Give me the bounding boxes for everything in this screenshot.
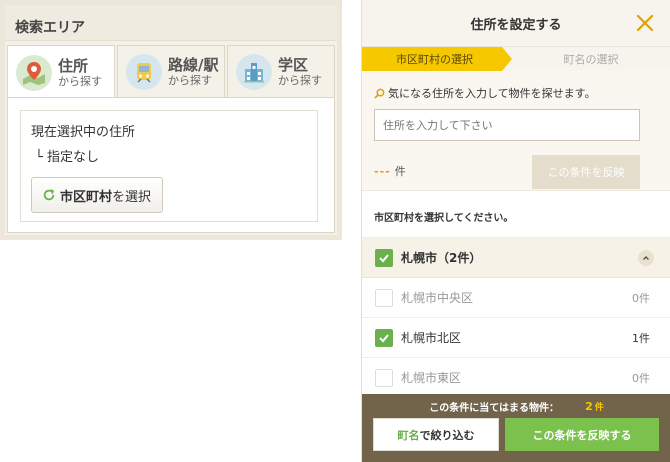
- result-count-value: ---: [374, 165, 391, 178]
- tab-station-sub: から探す: [168, 73, 212, 87]
- chevron-up-icon[interactable]: [638, 249, 654, 266]
- search-icon: [374, 88, 385, 99]
- screen: 検索エリア 住所 から探す 路線/駅 から探す 学区 から探す 現在選択中の住所…: [0, 0, 670, 462]
- ward-row-higashi[interactable]: 札幌市東区 0件: [362, 358, 670, 398]
- apply-condition-small-button[interactable]: この条件を反映: [532, 155, 640, 189]
- result-count-unit: 件: [394, 165, 406, 178]
- step-town: 町名の選択: [563, 53, 619, 66]
- address-modal: 住所を設定する 市区町村の選択 町名の選択 気になる住所を入力して物件を探せます…: [361, 0, 670, 462]
- search-hint-text: 気になる住所を入力して物件を探せます。: [388, 87, 596, 100]
- select-city-button[interactable]: 市区町村 を選択: [31, 177, 163, 213]
- search-area-panel: 検索エリア 住所 から探す 路線/駅 から探す 学区 から探す 現在選択中の住所…: [0, 0, 342, 240]
- select-city-button-bold: 市区町村: [60, 189, 113, 205]
- footer-buttons: 町名 で絞り込む この条件を反映する: [362, 418, 670, 451]
- address-search-area: 気になる住所を入力して物件を探せます。 ---件 この条件を反映: [362, 71, 670, 191]
- ward-count: 0件: [632, 291, 650, 305]
- current-address-box: 現在選択中の住所 └ 指定なし 市区町村 を選択: [20, 110, 318, 222]
- ward-count: 1件: [632, 331, 650, 345]
- search-hint: 気になる住所を入力して物件を探せます。: [374, 85, 658, 101]
- ward-checkbox[interactable]: [375, 288, 393, 307]
- result-count: --- 件: [374, 163, 406, 179]
- map-pin-icon: [16, 54, 52, 91]
- ward-name: 札幌市北区: [401, 331, 462, 345]
- select-city-button-rest: を選択: [112, 189, 152, 205]
- check-icon: [379, 333, 389, 342]
- city-name: 札幌市（2件）: [401, 251, 482, 265]
- tab-school-district-sub: から探す: [278, 73, 322, 87]
- city-checkbox[interactable]: [375, 248, 393, 267]
- tab-address-label: 住所: [58, 56, 89, 75]
- current-address-label: 現在選択中の住所: [31, 125, 136, 140]
- narrow-by-town-rest: で絞り込む: [419, 428, 475, 442]
- ward-checkbox[interactable]: [375, 368, 393, 387]
- ward-name: 札幌市東区: [401, 371, 462, 385]
- refresh-icon: [43, 189, 55, 201]
- check-icon: [379, 253, 389, 262]
- narrow-by-town-button[interactable]: 町名 で絞り込む: [373, 418, 499, 451]
- ward-row-kita[interactable]: 札幌市北区 1件: [362, 318, 670, 358]
- current-address-value: └ 指定なし: [35, 150, 99, 165]
- search-tabs: 住所 から探す 路線/駅 から探す 学区 から探す: [7, 45, 335, 99]
- school-building-icon: [236, 53, 272, 90]
- match-summary: この条件に当てはまる物件： 2 件: [362, 394, 670, 418]
- ward-row-chuo[interactable]: 札幌市中央区 0件: [362, 278, 670, 318]
- close-icon[interactable]: [634, 12, 656, 34]
- select-city-instruction: 市区町村を選択してください。: [362, 191, 670, 238]
- tab-school-district[interactable]: 学区 から探す: [227, 45, 335, 97]
- tab-address[interactable]: 住所 から探す: [7, 45, 115, 99]
- tab-station-label: 路線/駅: [168, 55, 219, 74]
- step-indicator: 市区町村の選択 町名の選択: [362, 47, 670, 71]
- tab-school-district-label: 学区: [278, 55, 309, 74]
- modal-header: 住所を設定する: [362, 0, 670, 47]
- match-count: 2: [585, 399, 593, 413]
- panel-title: 検索エリア: [5, 5, 337, 41]
- modal-footer: この条件に当てはまる物件： 2 件 町名 で絞り込む この条件を反映する: [362, 394, 670, 462]
- tab-address-sub: から探す: [58, 74, 102, 88]
- match-label: この条件に当てはまる物件：: [429, 402, 560, 414]
- ward-name: 札幌市中央区: [401, 291, 474, 305]
- search-area-panel-inner: 検索エリア 住所 から探す 路線/駅 から探す 学区 から探す 現在選択中の住所…: [5, 5, 337, 235]
- ward-checkbox[interactable]: [375, 328, 393, 347]
- train-icon: [126, 53, 162, 90]
- apply-condition-button[interactable]: この条件を反映する: [505, 418, 659, 451]
- step-city: 市区町村の選択: [362, 47, 512, 71]
- narrow-by-town-em: 町名: [397, 428, 420, 442]
- ward-count: 0件: [632, 371, 650, 385]
- address-input[interactable]: [374, 109, 640, 141]
- match-unit: 件: [594, 402, 604, 413]
- modal-title: 住所を設定する: [470, 17, 562, 33]
- city-row-sapporo[interactable]: 札幌市（2件）: [362, 238, 670, 278]
- tab-station[interactable]: 路線/駅 から探す: [117, 45, 225, 97]
- tab-content: 現在選択中の住所 └ 指定なし 市区町村 を選択: [7, 97, 335, 233]
